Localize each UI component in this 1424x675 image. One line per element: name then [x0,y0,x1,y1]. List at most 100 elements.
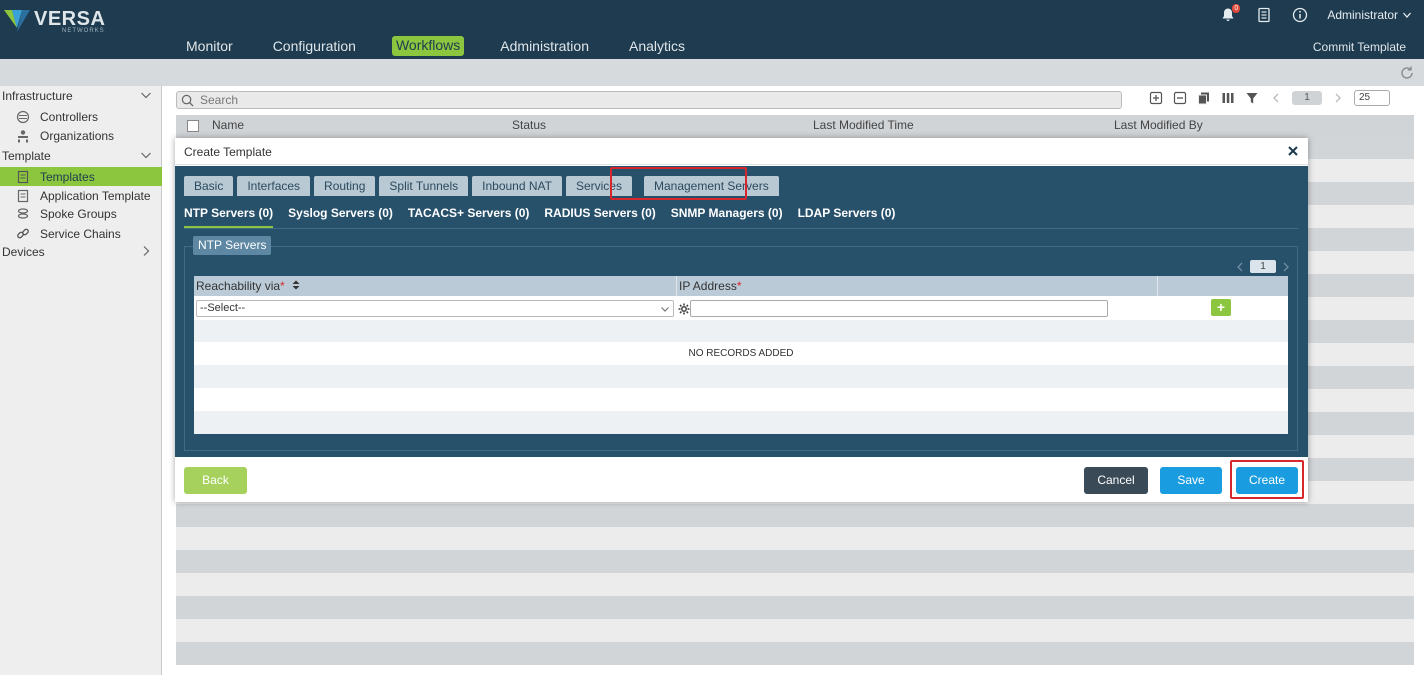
table-row [176,573,1414,596]
top-header: VERSA NETWORKS 0 Administrator Monitor C… [0,0,1424,59]
highlight-box [610,167,747,200]
next-page-button[interactable] [1330,90,1346,106]
reachability-select-value: --Select-- [200,302,246,314]
column-header-name[interactable]: Name [212,118,244,132]
minus-box-icon [1173,91,1187,105]
grid-row [194,365,1288,388]
tasks-button[interactable] [1255,6,1273,24]
tab-inbound-nat[interactable]: Inbound NAT [472,176,562,196]
sidebar: Infrastructure Controllers Organizations… [0,86,162,675]
subtab-radius-servers[interactable]: RADIUS Servers (0) [544,206,655,229]
header-utilities: 0 Administrator [1219,4,1412,24]
divider [184,228,1298,229]
sidebar-item-templates[interactable]: Templates [0,167,162,186]
tab-split-tunnels[interactable]: Split Tunnels [379,176,469,196]
subtab-tacacs-servers[interactable]: TACACS+ Servers (0) [408,206,530,229]
reachability-select[interactable]: --Select-- [196,300,674,317]
copy-icon [1198,92,1209,105]
nav-workflows[interactable]: Workflows [391,36,465,56]
application-template-icon [16,189,30,203]
no-records-message: NO RECORDS ADDED [688,348,794,359]
dialog-footer: Back Cancel Save Create [175,457,1308,502]
plus-box-icon [1149,91,1163,105]
chevron-right-icon [1335,93,1341,103]
grid-page-number[interactable]: 1 [1250,260,1276,273]
versa-logo-icon [4,10,30,32]
clone-button[interactable] [1196,90,1212,106]
column-header-last-modified-by[interactable]: Last Modified By [1114,118,1203,132]
save-button[interactable]: Save [1160,467,1222,494]
ip-address-input[interactable] [690,300,1108,317]
add-record-button[interactable]: + [1211,299,1231,316]
table-row [176,504,1414,527]
sidebar-item-application-template[interactable]: Application Template [0,186,162,205]
brand-sub: NETWORKS [62,28,105,34]
sidebar-item-organizations[interactable]: Organizations [0,126,162,145]
columns-button[interactable] [1220,90,1236,106]
sidebar-category-label: Devices [2,245,45,259]
sidebar-item-controllers[interactable]: Controllers [0,107,162,126]
subtab-ldap-servers[interactable]: LDAP Servers (0) [798,206,896,229]
column-header-last-modified-time[interactable]: Last Modified Time [813,118,914,132]
nav-monitor[interactable]: Monitor [182,36,237,56]
chevron-left-icon[interactable] [1236,262,1244,272]
search-input[interactable]: Search [176,91,1122,109]
chevron-left-icon [1273,93,1279,103]
server-subtabs: NTP Servers (0) Syslog Servers (0) TACAC… [184,206,895,229]
delete-button[interactable] [1172,90,1188,106]
commit-template-link[interactable]: Commit Template [1313,40,1406,54]
gear-icon[interactable] [678,303,690,315]
sidebar-item-label: Service Chains [40,226,121,241]
sidebar-item-spoke-groups[interactable]: Spoke Groups [0,204,162,223]
select-all-checkbox[interactable] [187,119,199,132]
chain-link-icon [16,227,30,241]
add-button[interactable] [1148,90,1164,106]
spoke-groups-icon [16,207,30,221]
sidebar-category-infrastructure[interactable]: Infrastructure [0,87,162,105]
info-button[interactable] [1291,6,1309,24]
table-row [176,550,1414,573]
sidebar-category-devices[interactable]: Devices [0,243,162,261]
tab-interfaces[interactable]: Interfaces [237,176,311,196]
sidebar-item-service-chains[interactable]: Service Chains [0,224,162,243]
sort-icon[interactable] [292,280,300,290]
required-marker: * [736,279,742,293]
filter-button[interactable] [1244,90,1260,106]
prev-page-button[interactable] [1268,90,1284,106]
table-row [176,642,1414,665]
nav-analytics[interactable]: Analytics [625,36,689,56]
new-record-row: --Select-- + [194,296,1288,320]
subtab-ntp-servers[interactable]: NTP Servers (0) [184,206,274,229]
nav-administration[interactable]: Administration [496,36,593,56]
search-icon [181,94,194,107]
nav-configuration[interactable]: Configuration [269,36,360,56]
notifications-button[interactable]: 0 [1219,4,1241,24]
back-button[interactable]: Back [184,467,247,494]
tab-routing[interactable]: Routing [314,176,376,196]
create-template-dialog: Create Template Basic Interfaces Routing… [175,138,1308,502]
user-menu[interactable]: Administrator [1327,8,1412,22]
tab-basic[interactable]: Basic [184,176,234,196]
refresh-icon[interactable] [1399,65,1415,81]
sidebar-category-template[interactable]: Template [0,147,162,165]
chevron-down-icon [141,152,151,159]
main-nav: Monitor Configuration Workflows Administ… [182,36,721,56]
versa-logo[interactable]: VERSA NETWORKS [4,6,105,34]
controller-icon [16,110,30,124]
grid-row [194,411,1288,434]
subtab-syslog-servers[interactable]: Syslog Servers (0) [288,206,393,229]
sidebar-item-label: Spoke Groups [40,206,117,221]
page-size-select[interactable]: 25 [1354,90,1390,106]
filter-icon [1246,93,1258,104]
column-header-status[interactable]: Status [512,118,546,132]
sidebar-item-label: Application Template [40,188,151,203]
cancel-button[interactable]: Cancel [1084,467,1148,494]
chevron-right-icon[interactable] [1282,262,1290,272]
document-list-icon [1258,7,1270,23]
subtab-snmp-managers[interactable]: SNMP Managers (0) [671,206,783,229]
grid-header: Reachability via* IP Address* [194,276,1288,296]
info-icon [1293,7,1308,23]
column-header-reachability[interactable]: Reachability via* [196,279,300,293]
page-number[interactable]: 1 [1292,91,1322,105]
close-icon[interactable] [1286,144,1300,158]
